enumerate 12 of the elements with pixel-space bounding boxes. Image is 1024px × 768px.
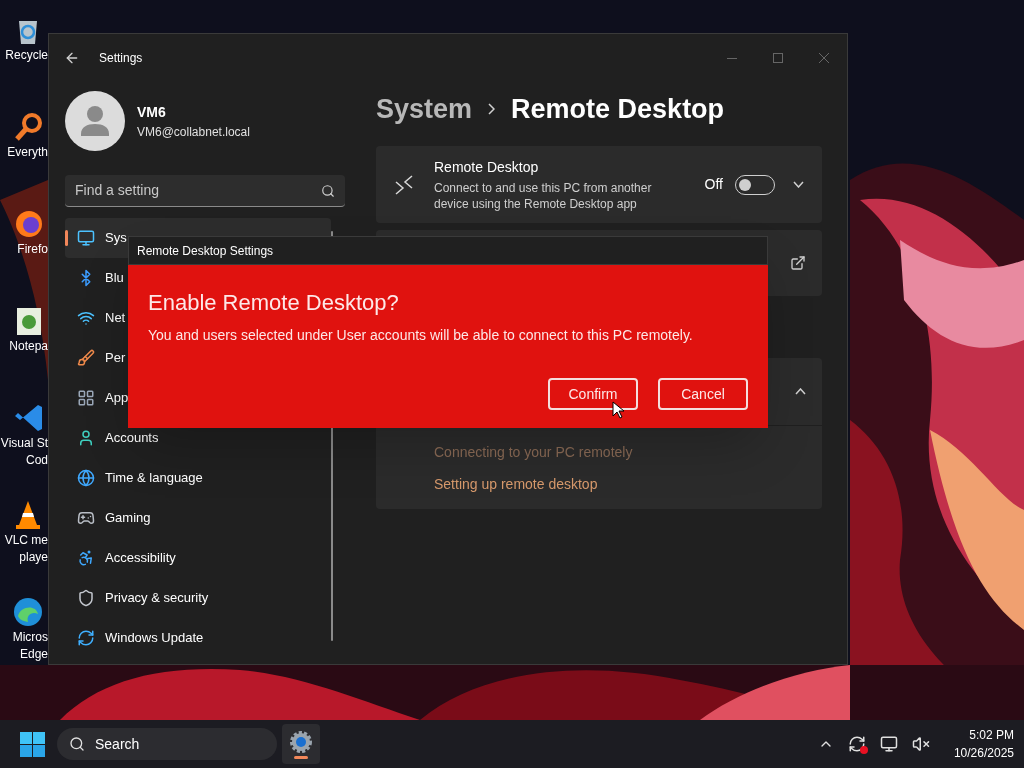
user-name: VM6 (137, 102, 167, 122)
time: 5:02 PM (969, 727, 1014, 744)
dialog-title: Remote Desktop Settings (137, 242, 274, 260)
toggle-state-label: Off (704, 175, 723, 194)
dialog-message: You and users selected under User accounts will be able to connect to this PC remotely. (148, 326, 694, 345)
setting-title: Remote Desktop (434, 158, 540, 177)
window-title: Settings (99, 50, 143, 67)
dialog-heading: Enable Remote Desktop? (148, 289, 400, 317)
date: 10/26/2025 (953, 745, 1014, 762)
page-title: Remote Desktop (511, 92, 725, 126)
setting-description: Connect to and use this PC from another device using the Remote Desktop app (434, 180, 653, 212)
user-email: VM6@collabnet.local (137, 123, 250, 141)
